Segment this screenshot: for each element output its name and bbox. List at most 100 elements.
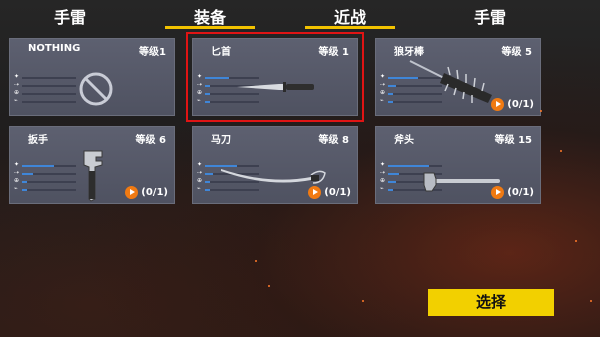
- stat-bar-fill: [388, 93, 394, 95]
- stat-icon: ⇢: [14, 81, 20, 88]
- stat-bar-fill: [388, 189, 394, 191]
- item-card[interactable]: 斧头 等级 15 ✦ ⇢ ⊕ ⌁ (0/1): [375, 126, 541, 204]
- spiked-club-icon: [409, 60, 492, 103]
- stat-bar-fill: [22, 181, 28, 183]
- stat-row: ⌁: [197, 98, 261, 105]
- stat-icon: ✦: [197, 161, 203, 168]
- stat-bar: [22, 93, 76, 95]
- stat-row: ⇢: [14, 170, 78, 177]
- item-level: 等级 5: [501, 47, 532, 58]
- watch-ad-button[interactable]: (0/1): [491, 97, 534, 111]
- stat-bar: [22, 181, 76, 183]
- select-button[interactable]: 选择: [428, 289, 554, 316]
- item-stats: ✦ ⇢ ⊕ ⌁: [14, 162, 78, 194]
- play-icon: [491, 97, 505, 111]
- ad-count: (0/1): [141, 186, 168, 198]
- stat-icon: ⊕: [380, 177, 386, 184]
- item-name: 马刀: [211, 135, 231, 146]
- play-icon: [125, 185, 139, 199]
- stat-icon: ⇢: [380, 169, 386, 176]
- wrench-icon: [83, 150, 103, 202]
- stat-bar: [22, 77, 76, 79]
- ad-count: (0/1): [507, 98, 534, 110]
- stat-bar-fill: [388, 173, 399, 175]
- stat-row: ✦: [14, 74, 78, 81]
- stat-icon: ✦: [380, 161, 386, 168]
- stat-bar: [22, 101, 76, 103]
- stat-row: ⊕: [14, 178, 78, 185]
- tab-label: 手雷: [53, 8, 86, 27]
- tab-grenade-right[interactable]: 手雷: [445, 4, 535, 28]
- stat-bar-fill: [205, 101, 211, 103]
- stat-icon: ⌁: [380, 97, 384, 104]
- stat-bar: [205, 189, 259, 191]
- stat-icon: ⌁: [197, 97, 201, 104]
- stat-icon: ⇢: [14, 169, 20, 176]
- watch-ad-button[interactable]: (0/1): [125, 185, 168, 199]
- tab-equipment[interactable]: 装备: [165, 4, 255, 29]
- stat-bar: [22, 173, 76, 175]
- stat-icon: ⊕: [380, 89, 386, 96]
- tab-underline: [165, 26, 255, 29]
- stat-row: ⊕: [14, 90, 78, 97]
- stat-bar: [388, 165, 442, 167]
- stat-icon: ⊕: [197, 177, 203, 184]
- none-icon: [79, 72, 113, 106]
- stat-row: ⌁: [14, 186, 78, 193]
- ember-particle: [540, 110, 542, 112]
- item-card[interactable]: NOTHING 等级1 ✦ ⇢ ⊕ ⌁: [9, 38, 175, 116]
- stat-bar: [22, 165, 76, 167]
- dagger-icon: [237, 82, 314, 92]
- stat-bar-fill: [205, 173, 214, 175]
- stat-bar-fill: [388, 101, 394, 103]
- tab-bar: 手雷 装备 近战 手雷: [0, 0, 600, 30]
- stat-bar-fill: [205, 77, 230, 79]
- stat-bar-fill: [205, 85, 211, 87]
- stat-row: ⌁: [14, 98, 78, 105]
- stat-icon: ✦: [14, 73, 20, 80]
- tab-melee[interactable]: 近战: [305, 4, 395, 29]
- stat-bar-fill: [205, 189, 211, 191]
- ad-count: (0/1): [507, 186, 534, 198]
- watch-ad-button[interactable]: (0/1): [308, 185, 351, 199]
- stat-bar: [22, 189, 76, 191]
- item-level: 等级 1: [318, 47, 349, 58]
- axe-icon: [423, 172, 500, 192]
- item-level: 等级 8: [318, 135, 349, 146]
- tab-grenade-left[interactable]: 手雷: [25, 4, 115, 28]
- item-level: 等级 15: [494, 135, 532, 146]
- ember-particle: [575, 240, 577, 242]
- tab-underline: [305, 26, 395, 29]
- item-card[interactable]: 扳手 等级 6 ✦ ⇢ ⊕ ⌁ (0/1): [9, 126, 175, 204]
- item-card-selected[interactable]: 匕首 等级 1 ✦ ⇢ ⊕ ⌁: [186, 32, 364, 122]
- tab-label: 手雷: [473, 8, 506, 27]
- stat-bar-fill: [22, 189, 28, 191]
- item-name: 匕首: [211, 47, 231, 58]
- stat-bar: [205, 101, 259, 103]
- stat-bar-fill: [22, 165, 55, 167]
- watch-ad-button[interactable]: (0/1): [491, 185, 534, 199]
- item-name: 狼牙棒: [394, 47, 424, 58]
- item-card[interactable]: 狼牙棒 等级 5 ✦ ⇢ ⊕ ⌁ (0/1): [375, 38, 541, 116]
- stat-bar-fill: [205, 93, 211, 95]
- stat-icon: ⇢: [197, 169, 203, 176]
- stat-icon: ✦: [14, 161, 20, 168]
- tab-label: 近战: [333, 8, 366, 27]
- item-card[interactable]: 马刀 等级 8 ✦ ⇢ ⊕ ⌁ (0/1): [192, 126, 358, 204]
- stat-icon: ⌁: [380, 185, 384, 192]
- stat-icon: ✦: [197, 73, 203, 80]
- stat-icon: ⇢: [380, 81, 386, 88]
- item-level: 等级 6: [135, 135, 166, 146]
- ember-particle: [590, 300, 592, 302]
- stat-icon: ✦: [380, 73, 386, 80]
- stat-icon: ⊕: [14, 177, 20, 184]
- ember-particle: [268, 285, 270, 287]
- stat-row: ✦: [380, 162, 444, 169]
- stat-bar-fill: [388, 165, 429, 167]
- stat-icon: ⇢: [197, 81, 203, 88]
- item-level: 等级1: [139, 47, 166, 58]
- stat-row: ⇢: [14, 82, 78, 89]
- stat-bar-fill: [22, 173, 33, 175]
- stat-bar-fill: [388, 181, 397, 183]
- stat-bar: [22, 85, 76, 87]
